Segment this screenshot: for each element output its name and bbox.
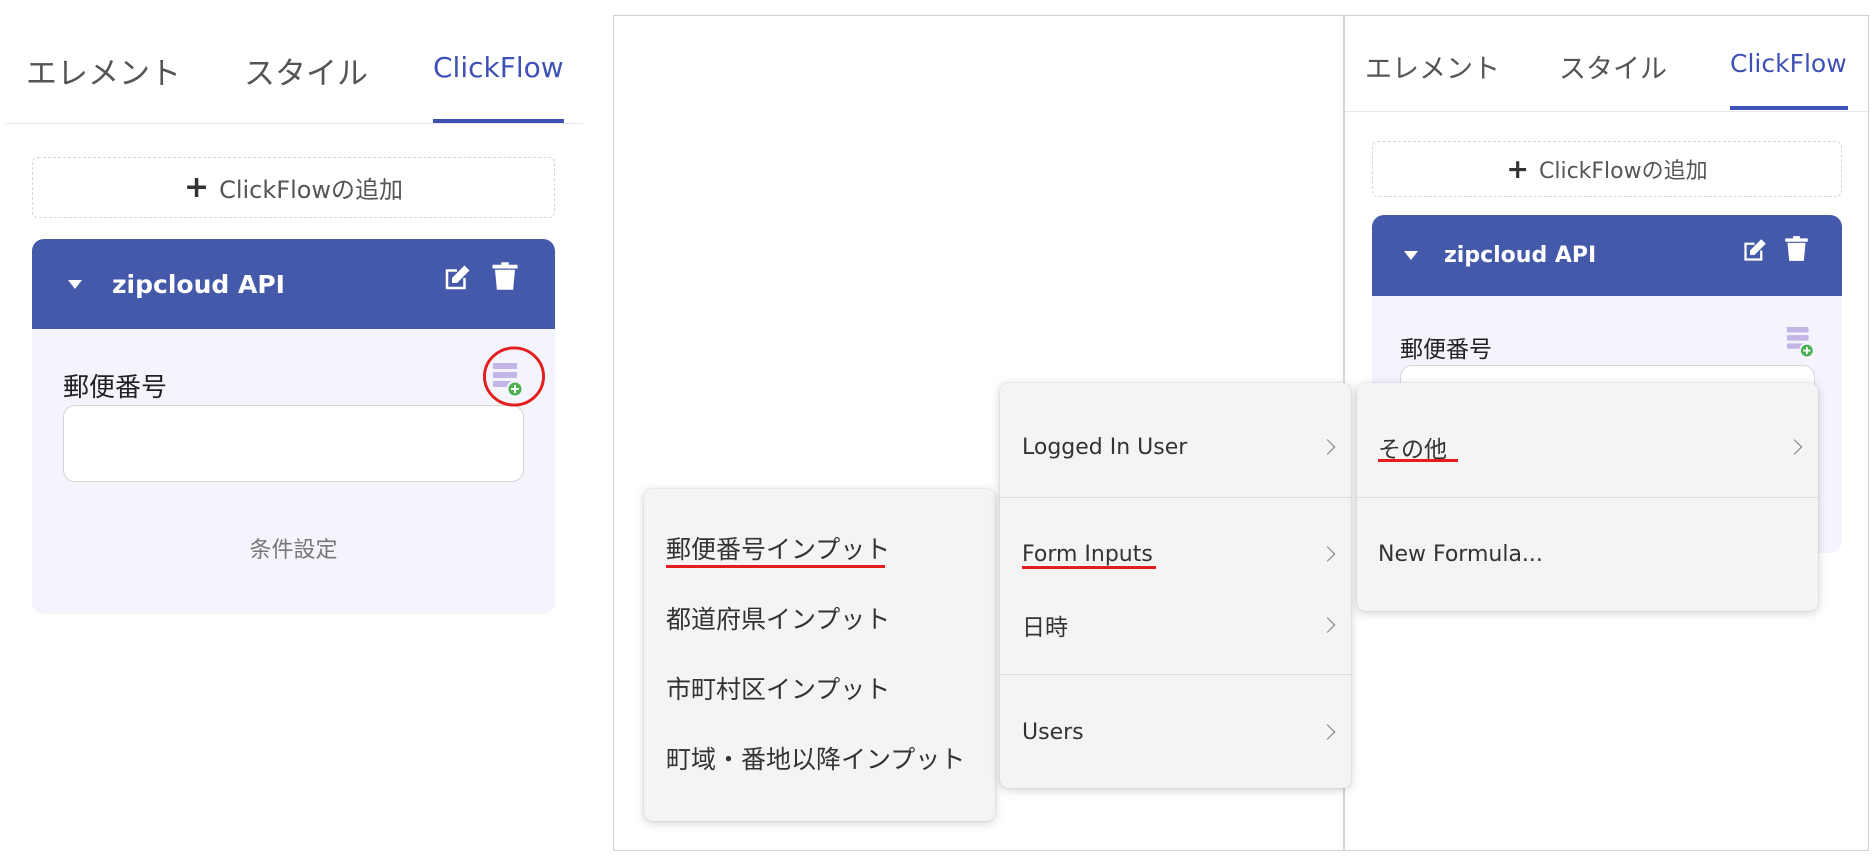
chevron-right-icon	[1319, 546, 1336, 562]
active-tab-indicator-2	[1730, 106, 1848, 110]
menu-divider	[1000, 674, 1351, 675]
tabs-divider-2	[1345, 111, 1868, 112]
chevron-right-icon	[1319, 724, 1336, 740]
flow-card-header-2[interactable]: zipcloud API	[1372, 215, 1842, 296]
flow-card-header[interactable]: zipcloud API	[32, 239, 555, 329]
add-clickflow-button-2[interactable]: + ClickFlowの追加	[1372, 141, 1842, 197]
menu-item-form-inputs[interactable]: Form Inputs	[1000, 530, 1351, 578]
tab-clickflow[interactable]: ClickFlow	[433, 51, 564, 84]
tab-clickflow-2[interactable]: ClickFlow	[1730, 49, 1847, 78]
edit-icon-2[interactable]	[1741, 237, 1768, 264]
trash-icon[interactable]	[490, 259, 520, 293]
form-inputs-submenu: 郵便番号インプット 都道府県インプット 市町村区インプット 町域・番地以降インプ…	[644, 489, 995, 821]
flow-card: zipcloud API 郵便番号 条件設定	[32, 239, 555, 614]
screenshot-panel: エレメント スタイル ClickFlow + ClickFlowの追加 zipc…	[613, 15, 1869, 851]
menu-item-city-input[interactable]: 市町村区インプット	[644, 664, 995, 712]
menu-item-datetime[interactable]: 日時	[1000, 601, 1351, 649]
menu-item-prefecture-input[interactable]: 都道府県インプット	[644, 594, 995, 642]
highlight-underline	[1378, 459, 1458, 462]
data-source-menu: Logged In User Form Inputs 日時 Users	[1000, 383, 1351, 788]
chevron-right-icon	[1319, 439, 1336, 455]
condition-settings-link[interactable]: 条件設定	[32, 532, 555, 564]
add-clickflow-label: ClickFlowの追加	[219, 176, 404, 204]
chevron-right-icon	[1319, 617, 1336, 633]
menu-item-new-formula[interactable]: New Formula...	[1357, 530, 1818, 578]
postal-code-label: 郵便番号	[63, 373, 168, 403]
data-source-add-icon-2[interactable]	[1786, 325, 1815, 358]
add-clickflow-button[interactable]: + ClickFlowの追加	[32, 157, 555, 218]
menu-divider	[1357, 497, 1818, 498]
flow-title: zipcloud API	[112, 269, 285, 299]
edit-icon[interactable]	[442, 263, 472, 293]
flow-title-2: zipcloud API	[1444, 243, 1597, 268]
menu-item-address-input[interactable]: 町域・番地以降インプット	[644, 734, 995, 782]
tabs-divider	[5, 123, 583, 124]
menu-divider	[1000, 497, 1351, 498]
postal-code-input[interactable]	[63, 405, 524, 482]
highlight-underline	[1022, 566, 1156, 569]
chevron-right-icon	[1786, 439, 1803, 455]
tab-style[interactable]: スタイル	[244, 48, 368, 93]
plus-icon-2: +	[1506, 153, 1529, 185]
plus-icon: +	[183, 170, 210, 205]
postal-code-label-2: 郵便番号	[1400, 337, 1492, 363]
menu-item-logged-in-user[interactable]: Logged In User	[1000, 423, 1351, 471]
collapse-caret-icon-2[interactable]	[1404, 251, 1418, 260]
trash-icon-2[interactable]	[1783, 233, 1810, 264]
other-menu: その他 New Formula...	[1357, 383, 1818, 611]
tab-style-2[interactable]: スタイル	[1559, 47, 1667, 86]
highlight-circle	[482, 346, 546, 407]
menu-item-users[interactable]: Users	[1000, 708, 1351, 756]
add-clickflow-label-2: ClickFlowの追加	[1538, 159, 1708, 184]
highlight-underline	[666, 565, 885, 568]
collapse-caret-icon[interactable]	[68, 279, 82, 289]
tab-element[interactable]: エレメント	[26, 48, 181, 93]
tab-element-2[interactable]: エレメント	[1365, 47, 1500, 86]
menu-item-other[interactable]: その他	[1357, 423, 1818, 471]
